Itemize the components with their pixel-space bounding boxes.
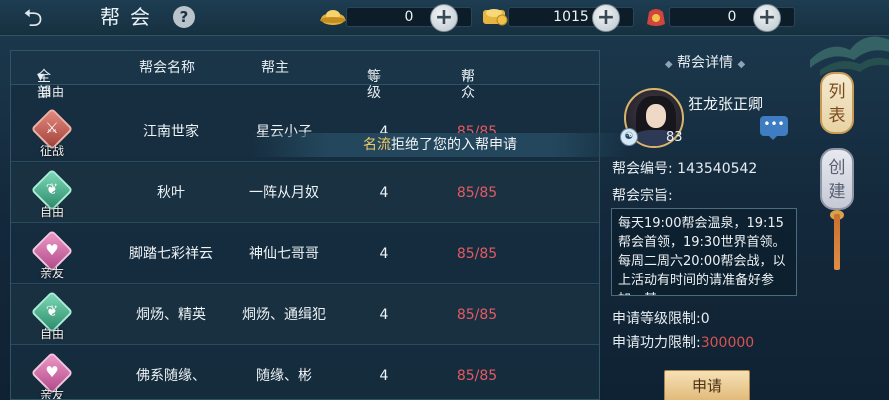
level-req-value: 0 [700, 311, 710, 327]
guild-level: 4 [379, 185, 389, 201]
guild-type-badge: ⚔ 征战 [30, 107, 74, 158]
guild-members: 85/85 [456, 246, 498, 262]
level-req-label: 申请等级限制: [612, 311, 701, 327]
power-req-label: 申请功力限制: [612, 335, 701, 351]
add-gold-button[interactable]: + [430, 4, 458, 32]
add-silver-button[interactable]: + [592, 4, 620, 32]
silver-ingot-icon [483, 9, 508, 26]
chevron-down-icon: ▾ [37, 69, 45, 85]
guild-name: 江南世家 [143, 124, 199, 140]
guild-name: 脚踏七彩祥云 [129, 246, 213, 262]
class-icon: ☯ [620, 128, 638, 146]
table-row[interactable]: ❦ 自由 秋叶 一阵从月奴 4 85/85 [11, 163, 599, 223]
badge-label: 征战 [39, 144, 64, 158]
tab-create[interactable]: 创建 [820, 148, 854, 210]
leader-name: 狂龙张正卿 [688, 95, 764, 113]
power-req-value: 300000 [700, 335, 755, 351]
side-tab-column: 列表 创建 [800, 0, 889, 400]
guild-id-line: 帮会编号: 143540542 [612, 160, 757, 178]
gold-ingot-icon [320, 10, 346, 25]
table-row[interactable]: ❦ 自由 烔炀、精英 烔炀、通缉犯 4 85/85 [11, 285, 599, 345]
column-header-name: 帮会名称 [139, 60, 195, 76]
back-icon[interactable]: ⮌ [8, 3, 58, 33]
diamond-icon: ◆ [737, 59, 746, 70]
leader-level: 83 [666, 130, 683, 145]
guild-detail-panel: ◆ 帮会详情 ◆ ☯ 83 狂龙张正卿 ••• 帮会编号: 143540542 … [604, 44, 806, 400]
tassel-icon [834, 214, 840, 270]
purpose-label: 帮会宗旨: [612, 188, 673, 204]
guild-name: 佛系随缘、 [136, 368, 206, 384]
sort-icon: ⇅ [367, 69, 378, 84]
guild-leader: 烔炀、通缉犯 [242, 307, 326, 323]
apply-button[interactable]: 申请 [664, 370, 750, 400]
list-header: 全部 ▾ 帮会名称 帮主 等级 ⇅ 帮众 ⇅ [11, 51, 599, 101]
guild-type-badge: ❦ 自由 [30, 168, 74, 219]
sort-icon: ⇅ [461, 69, 472, 84]
guild-type-badge: ♥ 亲友 [30, 351, 74, 400]
tab-list[interactable]: 列表 [820, 72, 854, 134]
guild-members: 85/85 [456, 185, 498, 201]
toast-player-name: 名流 [363, 137, 391, 153]
badge-label: 亲友 [39, 266, 64, 280]
notification-toast: 名流拒绝了您的入帮申请 [250, 133, 630, 157]
guild-leader: 一阵从月奴 [249, 185, 319, 201]
guild-name: 烔炀、精英 [136, 307, 206, 323]
guild-name: 秋叶 [157, 185, 185, 201]
power-requirement-line: 申请功力限制:300000 [612, 334, 754, 352]
guild-type-badge: ❦ 自由 [30, 290, 74, 341]
guild-leader: 随缘、彬 [256, 368, 312, 384]
clipped-badge-label: 自由 [39, 85, 64, 99]
chat-icon[interactable]: ••• [760, 116, 788, 140]
guild-list-panel: 全部 ▾ 帮会名称 帮主 等级 ⇅ 帮众 ⇅ 自由 ⚔ 征战 江南世家 星云小子… [10, 50, 600, 400]
detail-title: 帮会详情 [677, 55, 733, 71]
badge-label: 自由 [39, 327, 64, 341]
guild-id-label: 帮会编号: [612, 161, 673, 177]
level-requirement-line: 申请等级限制:0 [612, 310, 710, 328]
help-icon[interactable]: ? [173, 6, 195, 28]
page-title: 帮会 [100, 5, 160, 29]
guild-id-value: 143540542 [677, 161, 758, 177]
guild-level: 4 [379, 307, 389, 323]
guild-members: 85/85 [456, 307, 498, 323]
guild-type-badge: ♥ 亲友 [30, 229, 74, 280]
add-pouch-button[interactable]: + [753, 4, 781, 32]
diamond-icon: ◆ [664, 59, 673, 70]
column-header-leader: 帮主 [261, 60, 289, 76]
purpose-text: 每天19:00帮会温泉，19:15帮会首领，19:30世界首领。每周二周六20:… [611, 208, 797, 296]
guild-level: 4 [379, 368, 389, 384]
red-pouch-icon [647, 9, 665, 26]
table-row[interactable]: ♥ 亲友 脚踏七彩祥云 神仙七哥哥 4 85/85 [11, 224, 599, 284]
guild-leader: 神仙七哥哥 [249, 246, 319, 262]
top-bar: ⮌ 帮会 ? 0 + 1015 + 0 + [0, 0, 889, 36]
table-row[interactable]: ♥ 亲友 佛系随缘、 随缘、彬 4 85/85 [11, 346, 599, 400]
toast-message: 拒绝了您的入帮申请 [391, 137, 517, 153]
detail-title-row: ◆ 帮会详情 ◆ [604, 54, 806, 74]
badge-label: 自由 [39, 205, 64, 219]
guild-level: 4 [379, 246, 389, 262]
guild-members: 85/85 [456, 368, 498, 384]
badge-label: 亲友 [39, 388, 64, 400]
tree-decoration-icon [810, 36, 889, 76]
